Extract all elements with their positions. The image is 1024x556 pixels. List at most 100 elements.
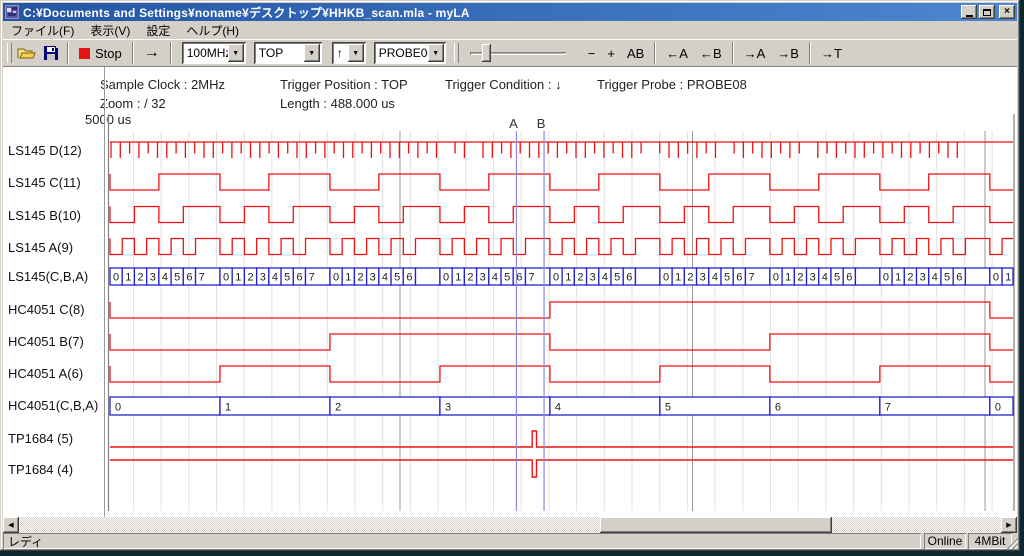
titlebar[interactable]: C:¥Documents and Settings¥noname¥デスクトップ¥… <box>3 3 1017 21</box>
zoom-out-button[interactable]: − <box>582 42 602 64</box>
chevron-down-icon[interactable]: ▼ <box>304 44 320 62</box>
svg-text:0: 0 <box>663 272 669 284</box>
svg-text:2: 2 <box>467 272 473 284</box>
menu-view[interactable]: 表示(V) <box>82 21 138 40</box>
channel-wave-6 <box>110 334 1013 350</box>
svg-text:5: 5 <box>504 272 510 284</box>
svg-text:2: 2 <box>335 402 341 414</box>
svg-text:0: 0 <box>883 272 889 284</box>
svg-text:4: 4 <box>492 272 498 284</box>
sample-clock-readout: Sample Clock : 2MHz <box>100 77 225 92</box>
svg-text:3: 3 <box>810 272 816 284</box>
svg-text:0: 0 <box>993 272 999 284</box>
trigger-condition-readout: Trigger Condition : ↓ <box>445 77 562 92</box>
toolbar-separator <box>67 42 69 64</box>
svg-text:4: 4 <box>712 272 718 284</box>
svg-text:1: 1 <box>345 272 351 284</box>
svg-text:2: 2 <box>357 272 363 284</box>
toolbar-gripper[interactable] <box>454 43 459 63</box>
stop-button[interactable]: Stop <box>73 42 128 64</box>
menu-settings[interactable]: 設定 <box>138 21 178 40</box>
zoom-readout: Zoom : / 32 <box>100 96 166 111</box>
cursor-a[interactable]: A <box>509 116 518 511</box>
slider-thumb[interactable] <box>482 44 491 62</box>
svg-text:7: 7 <box>199 272 205 284</box>
svg-text:3: 3 <box>260 272 266 284</box>
goto-cursor-b-left-button[interactable]: ←B <box>694 42 728 64</box>
goto-cursor-a-right-button[interactable]: →A <box>738 42 772 64</box>
menu-file[interactable]: ファイル(F) <box>3 21 82 40</box>
maximize-button[interactable] <box>979 5 995 19</box>
toolbar-separator <box>732 42 734 64</box>
svg-text:5: 5 <box>284 272 290 284</box>
svg-text:4: 4 <box>602 272 608 284</box>
sample-clock-combo[interactable]: 100MHz ▼ <box>182 42 246 64</box>
trigger-position-combo[interactable]: TOP ▼ <box>254 42 322 64</box>
svg-text:2: 2 <box>797 272 803 284</box>
svg-text:3: 3 <box>480 272 486 284</box>
channel-wave-3 <box>110 239 1013 255</box>
status-message: レディ <box>3 533 921 549</box>
svg-text:7: 7 <box>748 272 754 284</box>
svg-text:2: 2 <box>137 272 143 284</box>
trigger-edge-combo[interactable]: ↑ ▼ <box>332 42 366 64</box>
window-title: C:¥Documents and Settings¥noname¥デスクトップ¥… <box>23 4 959 21</box>
open-file-button[interactable] <box>15 42 39 64</box>
svg-text:1: 1 <box>235 272 241 284</box>
toolbar-gripper[interactable] <box>7 43 12 63</box>
save-button[interactable] <box>39 42 63 64</box>
svg-text:5: 5 <box>665 402 671 414</box>
zoom-slider[interactable] <box>468 42 568 64</box>
toolbar: Stop → 100MHz ▼ TOP ▼ ↑ ▼ PROBE00 ▼ − + … <box>3 39 1017 66</box>
channel-wave-0 <box>110 142 1013 158</box>
close-button[interactable]: × <box>999 5 1015 19</box>
cursor-b[interactable]: B <box>537 116 546 511</box>
channel-wave-2 <box>110 207 1013 223</box>
trigger-position-readout: Trigger Position : TOP <box>280 77 408 92</box>
svg-text:1: 1 <box>455 272 461 284</box>
zoom-in-button[interactable]: + <box>601 42 621 64</box>
hscrollbar-left-arrow-icon[interactable]: ◀ <box>3 517 19 533</box>
goto-cursor-a-left-button[interactable]: ←A <box>660 42 694 64</box>
open-folder-icon <box>17 45 37 61</box>
run-button[interactable]: → <box>138 42 166 64</box>
svg-text:6: 6 <box>406 272 412 284</box>
trigger-probe-combo[interactable]: PROBE00 ▼ <box>374 42 446 64</box>
chevron-down-icon[interactable]: ▼ <box>348 44 364 62</box>
menu-help[interactable]: ヘルプ(H) <box>178 21 247 40</box>
hscrollbar-thumb[interactable] <box>600 517 832 533</box>
svg-text:1: 1 <box>125 272 131 284</box>
goto-trigger-button[interactable]: →T <box>815 42 848 64</box>
minimize-button[interactable] <box>961 5 977 19</box>
channel-wave-5 <box>110 302 1013 318</box>
svg-text:7: 7 <box>885 402 891 414</box>
svg-text:0: 0 <box>223 272 229 284</box>
channel-wave-7 <box>110 366 1013 382</box>
cursor-a-label: A <box>509 116 518 131</box>
svg-text:0: 0 <box>995 402 1001 414</box>
goto-cursor-b-right-button[interactable]: →B <box>771 42 805 64</box>
svg-text:6: 6 <box>296 272 302 284</box>
svg-text:0: 0 <box>333 272 339 284</box>
trigger-probe-readout: Trigger Probe : PROBE08 <box>597 77 747 92</box>
toolbar-separator <box>132 42 134 64</box>
svg-text:3: 3 <box>590 272 596 284</box>
desktop: C:¥Documents and Settings¥noname¥デスクトップ¥… <box>0 0 1024 556</box>
svg-text:4: 4 <box>932 272 938 284</box>
hscrollbar-track[interactable] <box>3 517 1017 533</box>
cursor-b-label: B <box>537 116 546 131</box>
svg-text:5: 5 <box>944 272 950 284</box>
chevron-down-icon[interactable]: ▼ <box>428 44 444 62</box>
svg-text:7: 7 <box>529 272 535 284</box>
save-floppy-icon <box>43 45 59 61</box>
menubar: ファイル(F) 表示(V) 設定 ヘルプ(H) <box>3 22 1017 39</box>
svg-text:0: 0 <box>773 272 779 284</box>
svg-text:3: 3 <box>445 402 451 414</box>
svg-text:2: 2 <box>907 272 913 284</box>
svg-text:4: 4 <box>555 402 561 414</box>
hscrollbar-right-arrow-icon[interactable]: ▶ <box>1001 517 1017 533</box>
zoom-ab-button[interactable]: AB <box>621 42 650 64</box>
chevron-down-icon[interactable]: ▼ <box>228 44 244 62</box>
waveform-plot[interactable]: 0123456701234567012345601234567012345601… <box>104 110 1016 512</box>
svg-text:6: 6 <box>626 272 632 284</box>
